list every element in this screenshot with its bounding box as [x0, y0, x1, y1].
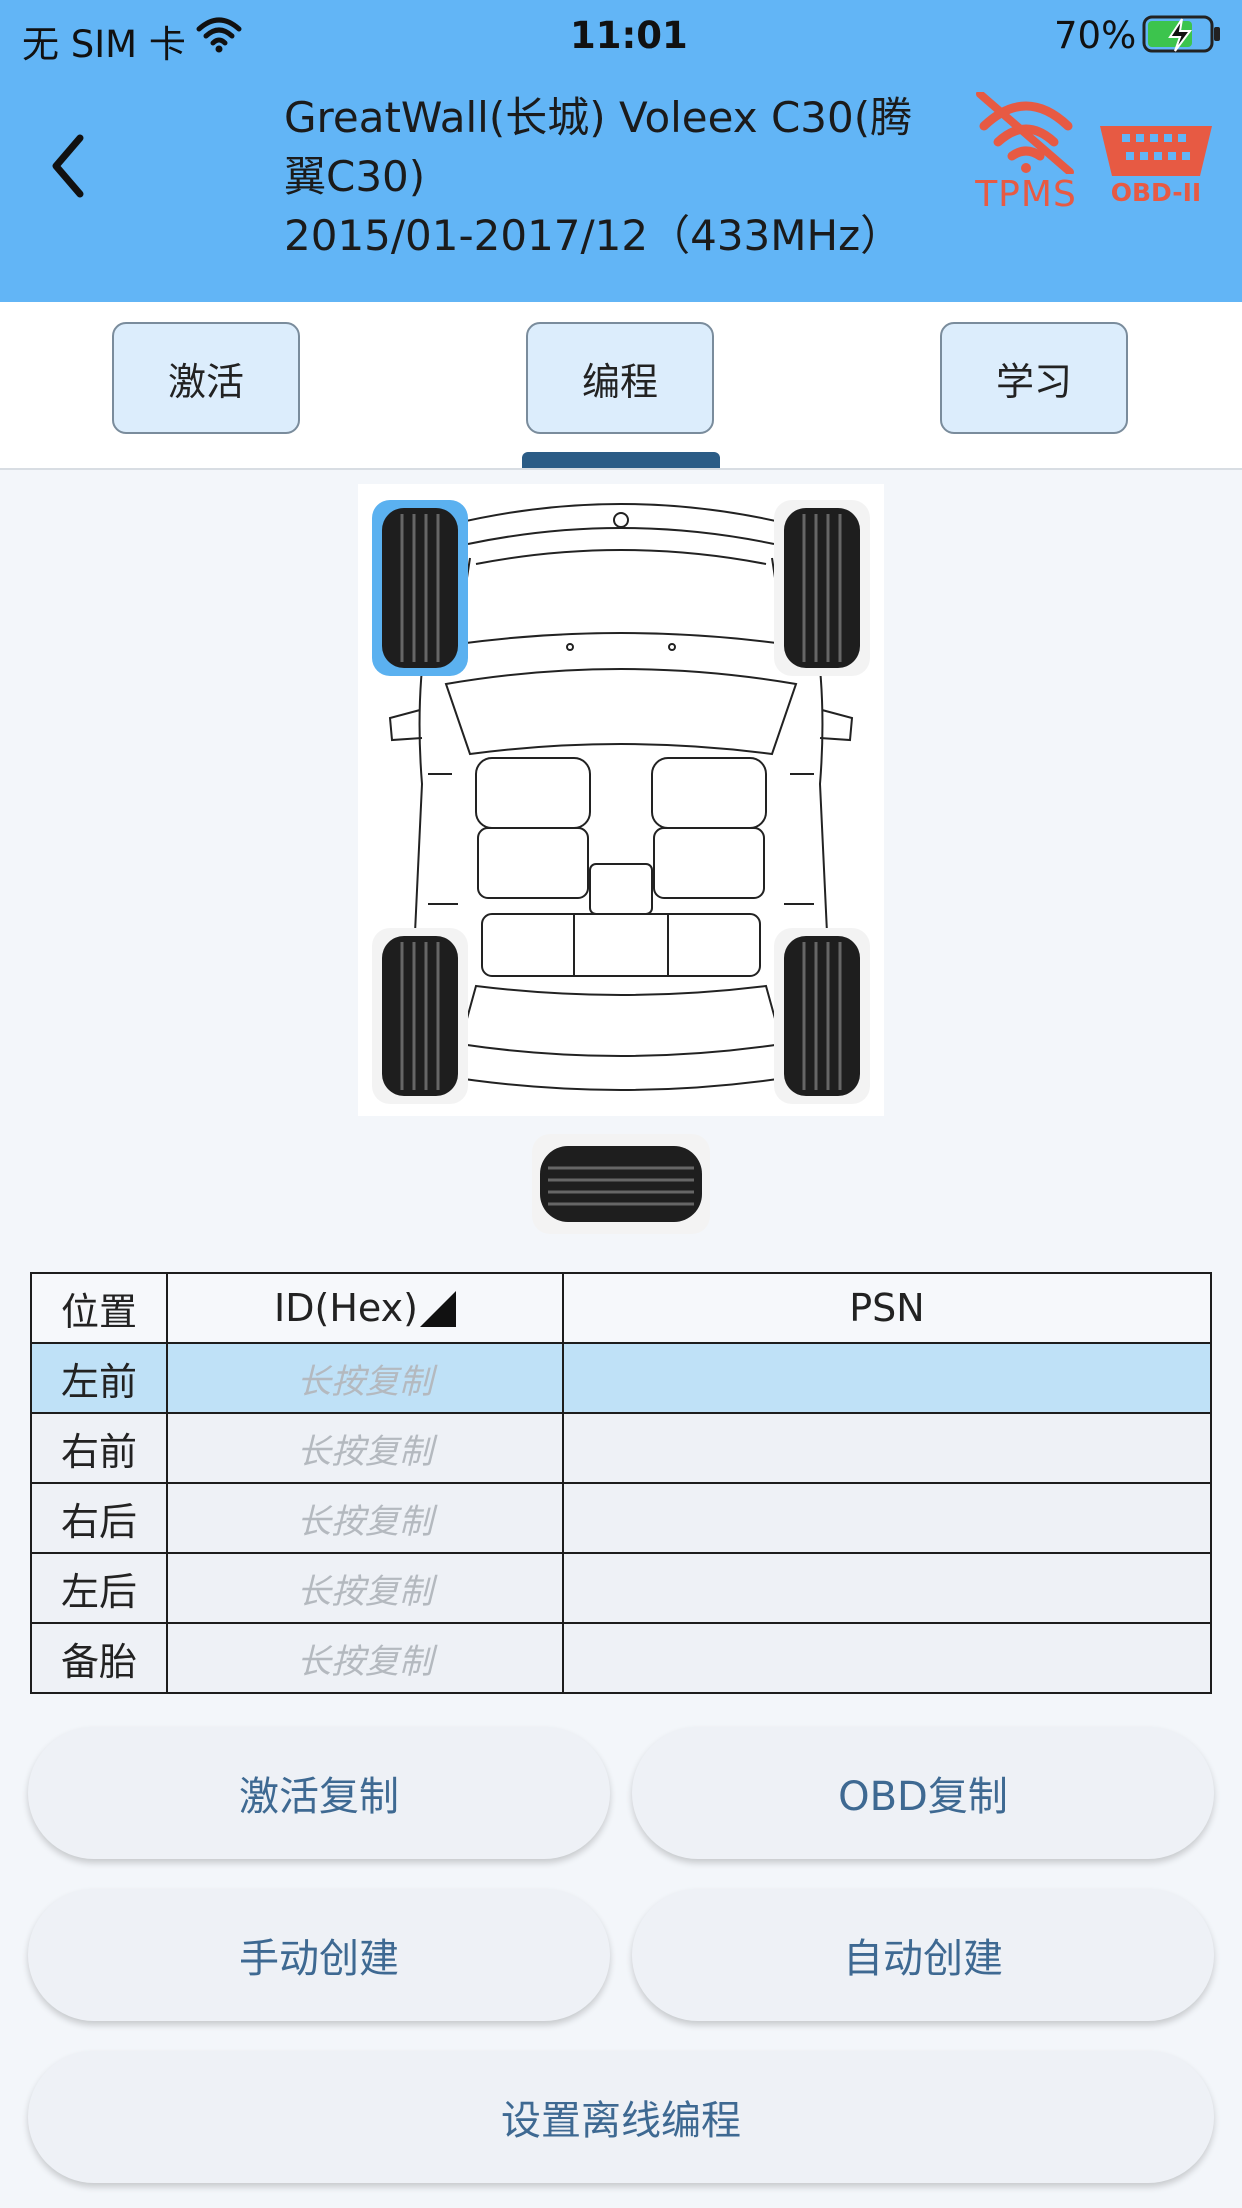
app-header: 无 SIM 卡 11:01 70% GreatWall(长城) Voleex C… — [0, 0, 1242, 302]
table-row[interactable]: 右后 长按复制 — [30, 1482, 1212, 1554]
manual-create-button[interactable]: 手动创建 — [28, 1889, 610, 2021]
active-tab-indicator — [522, 452, 720, 468]
obd-connector-icon — [1100, 126, 1212, 176]
table-row[interactable]: 左前 长按复制 — [30, 1342, 1212, 1414]
obd-status-button[interactable]: OBD-II — [1096, 122, 1216, 218]
row-id-hint: 长按复制 — [297, 1571, 433, 1612]
tire-left-front[interactable] — [372, 500, 468, 676]
row-id-hint: 长按复制 — [297, 1641, 433, 1682]
vehicle-title: GreatWall(长城) Voleex C30(腾 — [284, 93, 913, 142]
chevron-left-icon — [52, 134, 84, 198]
table-row[interactable]: 备胎 长按复制 — [30, 1622, 1212, 1694]
offline-program-button[interactable]: 设置离线编程 — [28, 2051, 1214, 2183]
tab-learn[interactable]: 学习 — [940, 322, 1128, 434]
row-id-cell[interactable]: 长按复制 — [166, 1622, 564, 1694]
row-id-cell[interactable]: 长按复制 — [166, 1342, 564, 1414]
row-position: 右后 — [30, 1482, 168, 1554]
clock: 11:01 — [570, 14, 688, 57]
table-row[interactable]: 右前 长按复制 — [30, 1412, 1212, 1484]
column-header-psn: PSN — [562, 1272, 1212, 1344]
vehicle-year-frequency: 2015/01-2017/12（433MHz） — [284, 211, 903, 260]
row-id-cell[interactable]: 长按复制 — [166, 1412, 564, 1484]
battery-percent: 70% — [1054, 14, 1137, 57]
battery-charging-icon — [1142, 15, 1220, 53]
back-button[interactable] — [44, 130, 104, 210]
table-header-row: 位置 ID(Hex) PSN — [30, 1272, 1212, 1344]
tab-program[interactable]: 编程 — [526, 322, 714, 434]
row-psn-cell[interactable] — [562, 1622, 1212, 1694]
column-header-id-label: ID(Hex) — [274, 1286, 418, 1330]
row-id-hint: 长按复制 — [297, 1431, 433, 1472]
wifi-icon — [196, 17, 242, 53]
sort-indicator-icon — [419, 1291, 456, 1327]
wifi-off-icon — [976, 92, 1074, 174]
obd-copy-button[interactable]: OBD复制 — [632, 1727, 1214, 1859]
vehicle-title-cont: 翼C30) — [284, 152, 426, 201]
tire-right-front[interactable] — [774, 500, 870, 676]
row-position: 备胎 — [30, 1622, 168, 1694]
tab-bar: 激活 编程 学习 — [0, 302, 1242, 470]
row-position: 左后 — [30, 1552, 168, 1624]
auto-create-button[interactable]: 自动创建 — [632, 1889, 1214, 2021]
row-id-cell[interactable]: 长按复制 — [166, 1482, 564, 1554]
row-position: 右前 — [30, 1412, 168, 1484]
column-header-position: 位置 — [30, 1272, 168, 1344]
table-row[interactable]: 左后 长按复制 — [30, 1552, 1212, 1624]
row-id-hint: 长按复制 — [297, 1361, 433, 1402]
tab-activate[interactable]: 激活 — [112, 322, 300, 434]
tire-left-rear[interactable] — [372, 928, 468, 1104]
tpms-label: TPMS — [975, 174, 1077, 215]
tire-right-rear[interactable] — [774, 928, 870, 1104]
row-psn-cell[interactable] — [562, 1342, 1212, 1414]
row-psn-cell[interactable] — [562, 1482, 1212, 1554]
tire-spare[interactable] — [532, 1134, 710, 1234]
row-id-cell[interactable]: 长按复制 — [166, 1552, 564, 1624]
tpms-status-button[interactable]: TPMS — [962, 92, 1090, 216]
activate-copy-button[interactable]: 激活复制 — [28, 1727, 610, 1859]
obd-label: OBD-II — [1110, 178, 1202, 207]
column-header-id[interactable]: ID(Hex) — [166, 1272, 564, 1344]
row-id-hint: 长按复制 — [297, 1501, 433, 1542]
carrier-label: 无 SIM 卡 — [22, 23, 186, 66]
sensor-id-table: 位置 ID(Hex) PSN 左前 长按复制 右前 长按复制 右后 长按复制 左… — [30, 1272, 1212, 1694]
row-psn-cell[interactable] — [562, 1552, 1212, 1624]
row-position: 左前 — [30, 1342, 168, 1414]
row-psn-cell[interactable] — [562, 1412, 1212, 1484]
